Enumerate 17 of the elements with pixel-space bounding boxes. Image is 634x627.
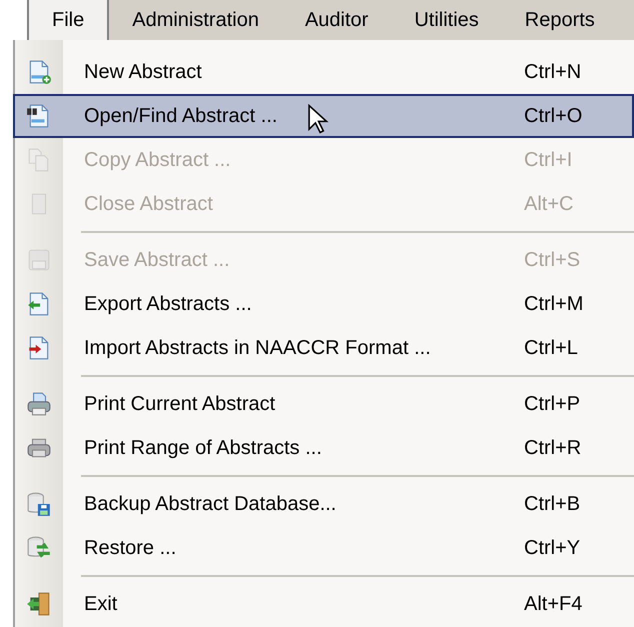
exit-door-icon [26, 591, 52, 617]
menu-item[interactable]: Exit Alt+F4 [13, 582, 634, 626]
menu-bar-item[interactable]: Auditor [282, 0, 392, 40]
database-save-icon [26, 491, 52, 517]
menu-item[interactable]: Backup Abstract Database... Ctrl+B [13, 482, 634, 526]
printer-icon [26, 391, 52, 417]
menu-item[interactable]: Restore ... Ctrl+Y [13, 526, 634, 570]
menu-item[interactable]: Export Abstracts ... Ctrl+M [13, 282, 634, 326]
menu-item[interactable]: Import Abstracts in NAACCR Format ... Ctrl+L [13, 326, 634, 370]
menu-item[interactable]: New Abstract Ctrl+N [13, 50, 634, 94]
menu-item[interactable]: Print Current Abstract Ctrl+P [13, 382, 634, 426]
menu-item[interactable]: Print Range of Abstracts ... Ctrl+R [13, 426, 634, 470]
menu-bar-item[interactable]: Administration [109, 0, 282, 40]
menu-item[interactable]: Open/Find Abstract ... Ctrl+O [13, 94, 634, 138]
menu-bar-item[interactable]: Utilities [391, 0, 502, 40]
menu-bar-item[interactable]: Reports [502, 0, 618, 40]
menu-bar-item[interactable]: File [29, 0, 110, 40]
